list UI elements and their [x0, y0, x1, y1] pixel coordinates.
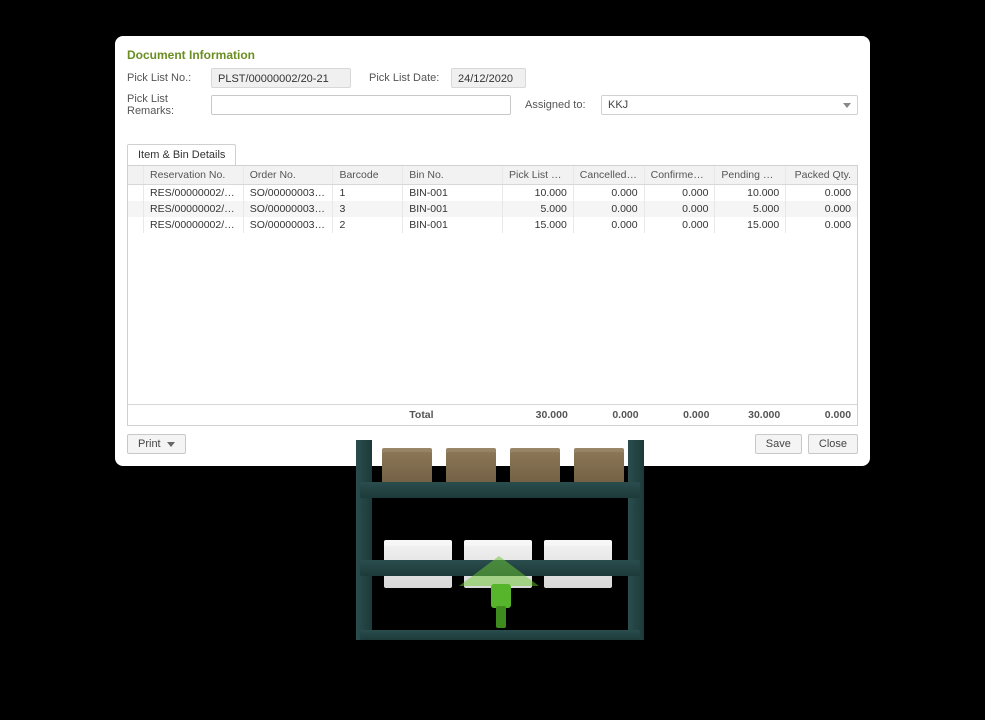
- table-row[interactable]: RES/00000002/20-21SO/00000003/20-213BIN-…: [128, 201, 857, 217]
- total-label: Total: [403, 405, 503, 425]
- pick-list-window: Document Information Pick List No.: PLST…: [115, 36, 870, 466]
- cell: 0.000: [786, 201, 857, 217]
- form-row-2: Pick List Remarks: Assigned to: KKJ: [127, 93, 858, 117]
- cell: BIN-001: [403, 185, 503, 201]
- grid-total-row: Total 30.000 0.000 0.000 30.000 0.000: [128, 404, 857, 425]
- print-button[interactable]: Print: [127, 434, 186, 454]
- col-barcode[interactable]: Barcode: [333, 166, 403, 184]
- cell: [128, 185, 144, 201]
- print-button-label: Print: [138, 438, 161, 450]
- chevron-down-icon: [167, 442, 175, 447]
- barcode-scanner-icon: [485, 570, 515, 630]
- tab-item-bin-details[interactable]: Item & Bin Details: [127, 144, 236, 165]
- cell: 5.000: [715, 201, 786, 217]
- label-pick-list-date: Pick List Date:: [369, 72, 445, 84]
- field-pick-list-no: PLST/00000002/20-21: [211, 68, 351, 88]
- field-pick-list-date: 24/12/2020: [451, 68, 526, 88]
- form-row-1: Pick List No.: PLST/00000002/20-21 Pick …: [127, 68, 858, 88]
- cell: 15.000: [503, 217, 574, 233]
- col-handle: [128, 166, 144, 184]
- cell: 10.000: [715, 185, 786, 201]
- cell: BIN-001: [403, 201, 503, 217]
- cell: 0.000: [786, 185, 857, 201]
- cell: 0.000: [645, 201, 716, 217]
- label-pick-list-no: Pick List No.:: [127, 72, 205, 84]
- cell: BIN-001: [403, 217, 503, 233]
- chevron-down-icon: [843, 103, 851, 108]
- cell: 10.000: [503, 185, 574, 201]
- col-pending-qty[interactable]: Pending Qty.: [715, 166, 786, 184]
- col-pick-list-qty[interactable]: Pick List Qty.: [503, 166, 574, 184]
- tabbar: Item & Bin Details: [127, 144, 858, 165]
- total-pick-list-qty: 30.000: [503, 405, 574, 425]
- col-order-no[interactable]: Order No.: [244, 166, 334, 184]
- cell: 0.000: [574, 217, 645, 233]
- total-confirmed-qty: 0.000: [645, 405, 716, 425]
- cell: 0.000: [645, 185, 716, 201]
- cell: RES/00000002/20-21: [144, 201, 244, 217]
- cell: 0.000: [574, 201, 645, 217]
- label-pick-list-remarks: Pick List Remarks:: [127, 93, 205, 117]
- total-packed-qty: 0.000: [786, 405, 857, 425]
- rack-shelf-icon: [360, 482, 640, 498]
- cell: 1: [333, 185, 403, 201]
- table-row[interactable]: RES/00000002/20-21SO/00000003/20-211BIN-…: [128, 185, 857, 201]
- close-button[interactable]: Close: [808, 434, 858, 454]
- select-assigned-to-value: KKJ: [608, 99, 843, 111]
- grid-header: Reservation No. Order No. Barcode Bin No…: [128, 166, 857, 185]
- cell: [128, 201, 144, 217]
- col-packed-qty[interactable]: Packed Qty.: [786, 166, 857, 184]
- cell: 0.000: [645, 217, 716, 233]
- cell: 0.000: [786, 217, 857, 233]
- label-assigned-to: Assigned to:: [525, 99, 595, 111]
- grid-body[interactable]: RES/00000002/20-21SO/00000003/20-211BIN-…: [128, 185, 857, 404]
- grid-item-bin-details: Reservation No. Order No. Barcode Bin No…: [127, 165, 858, 426]
- total-pending-qty: 30.000: [715, 405, 786, 425]
- cell: 2: [333, 217, 403, 233]
- rack-base-icon: [360, 630, 640, 640]
- select-assigned-to[interactable]: KKJ: [601, 95, 858, 115]
- col-bin-no[interactable]: Bin No.: [403, 166, 503, 184]
- col-confirmed-qty[interactable]: Confirmed Qty.: [645, 166, 716, 184]
- cell: RES/00000002/20-21: [144, 217, 244, 233]
- cell: SO/00000003/20-21: [244, 217, 334, 233]
- rack-post-icon: [356, 440, 372, 640]
- cell: RES/00000002/20-21: [144, 185, 244, 201]
- cell: SO/00000003/20-21: [244, 201, 334, 217]
- cell: 5.000: [503, 201, 574, 217]
- field-pick-list-remarks[interactable]: [211, 95, 511, 115]
- save-button[interactable]: Save: [755, 434, 802, 454]
- rack-post-icon: [628, 440, 644, 640]
- cell: 3: [333, 201, 403, 217]
- warehouse-illustration: [360, 440, 640, 660]
- cell: SO/00000003/20-21: [244, 185, 334, 201]
- total-cancelled-qty: 0.000: [574, 405, 645, 425]
- col-cancelled-qty[interactable]: Cancelled Qty.: [574, 166, 645, 184]
- cell: 0.000: [574, 185, 645, 201]
- cell: 15.000: [715, 217, 786, 233]
- cell: [128, 217, 144, 233]
- section-title: Document Information: [127, 48, 858, 62]
- table-row[interactable]: RES/00000002/20-21SO/00000003/20-212BIN-…: [128, 217, 857, 233]
- col-reservation-no[interactable]: Reservation No.: [144, 166, 244, 184]
